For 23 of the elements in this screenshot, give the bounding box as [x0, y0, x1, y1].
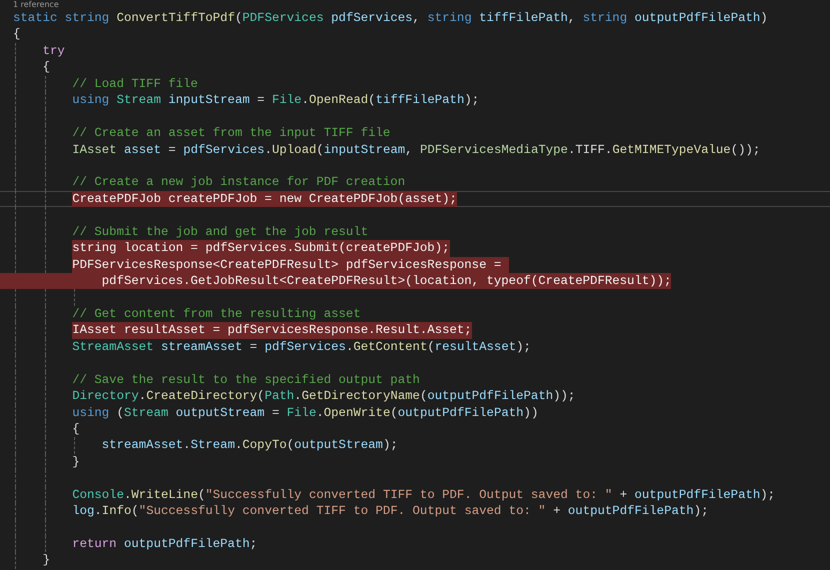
code-line: streamAsset.Stream.CopyTo(outputStream);	[102, 437, 398, 454]
code-line: log.Info("Successfully converted TIFF to PDF. Output saved to: " + outputPdfFilePath);	[72, 503, 708, 520]
code-line: static string ConvertTiffToPdf(PDFServices pdfServices, string tiffFilePath, string outputPdfFilePath)	[13, 10, 768, 26]
code-line: StreamAsset streamAsset = pdfServices.GetContent(resultAsset);	[72, 338, 531, 356]
code-comment: // Create an asset from the input TIFF file	[72, 125, 390, 142]
code-line: using (Stream outputStream = File.OpenWrite(outputPdfFilePath))	[72, 404, 538, 421]
code-comment: // Get content from the resulting asset	[72, 306, 361, 322]
code-line: using Stream inputStream = File.OpenRead(tiffFilePath);	[72, 92, 480, 109]
code-line: return outputPdfFilePath;	[72, 536, 258, 552]
code-line: {	[13, 26, 20, 43]
code-line: {	[72, 420, 80, 438]
code-line: IAsset asset = pdfServices.Upload(inputStream, PDFServicesMediaType.TIFF.GetMIMETypeValue());	[72, 142, 760, 158]
code-comment: // Load TIFF file	[72, 76, 198, 92]
code-comment: // Save the result to the specified output path	[72, 372, 420, 388]
code-line: try	[42, 42, 65, 60]
code-line: {	[42, 59, 50, 76]
code-line: }	[72, 454, 80, 470]
code-line: }	[42, 552, 50, 569]
code-line: Console.WriteLine("Successfully converted TIFF to PDF. Output saved to: " + outputPdfFilePath);	[72, 486, 776, 504]
code-comment: // Submit the job and get the job result	[72, 224, 368, 240]
code-line: Directory.CreateDirectory(Path.GetDirectoryName(outputPdfFilePath));	[72, 388, 576, 404]
codelens-reference-count[interactable]: 1 reference	[13, 0, 59, 10]
code-comment: // Create a new job instance for PDF creation	[72, 174, 406, 191]
